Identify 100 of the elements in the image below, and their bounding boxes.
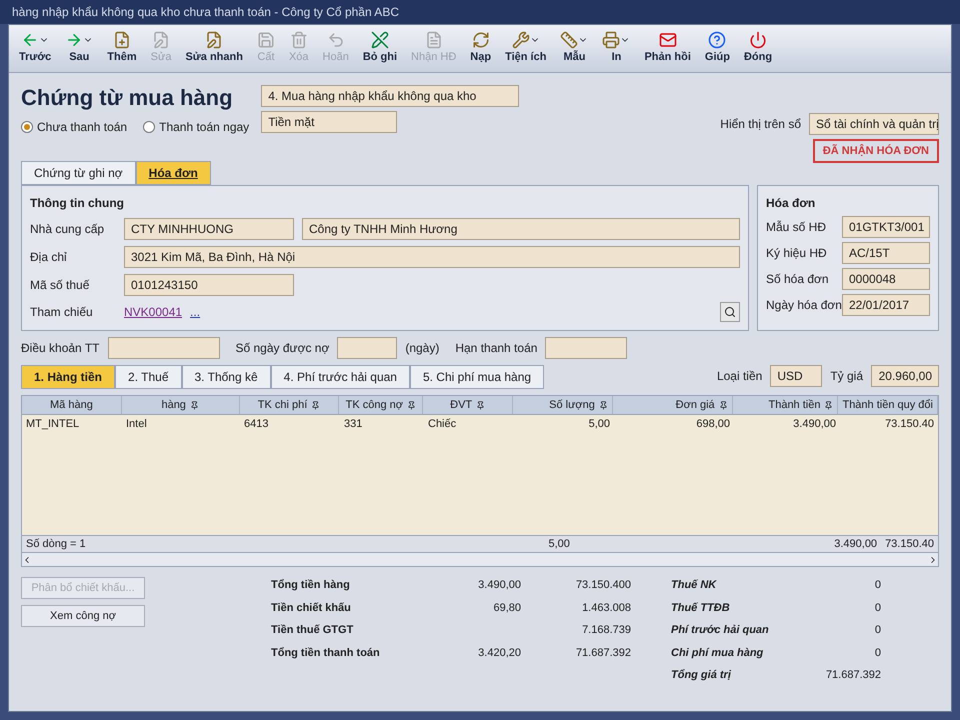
- total-label: Tổng tiền hàng: [271, 578, 351, 593]
- toolbar-button[interactable]: Giúp: [698, 29, 736, 68]
- cost-label: Tổng giá trị: [671, 668, 732, 683]
- cost-value: 71.687.392: [826, 668, 881, 683]
- column-header[interactable]: Mã hàng: [22, 396, 122, 414]
- field-label: Ngày hóa đơn: [766, 297, 842, 314]
- toolbar-icon: [205, 31, 224, 49]
- tax-code-field[interactable]: 0101243150: [124, 274, 294, 296]
- toolbar-icon: [152, 31, 170, 49]
- toolbar-icon: [602, 31, 620, 49]
- pin-icon: [598, 400, 608, 410]
- field-label: Mẫu số HĐ: [766, 219, 826, 236]
- toolbar-icon: [708, 31, 726, 49]
- table-cell-text: MT_INTEL: [25, 417, 80, 432]
- toolbar-button[interactable]: Trước: [13, 29, 58, 68]
- field-label: Điều khoản TT: [21, 340, 100, 357]
- column-header[interactable]: Thành tiền quy đổi: [838, 396, 938, 414]
- total-label: Tổng tiền thanh toán: [271, 646, 381, 660]
- table-cell-text: 73.150.40: [884, 417, 935, 432]
- tab[interactable]: Hóa đơn: [136, 161, 211, 185]
- voucher-type-field[interactable]: 4. Mua hàng nhập khẩu không qua kho: [261, 84, 520, 106]
- toolbar-icon: [749, 31, 768, 49]
- radio-option[interactable]: Thanh toán ngay: [143, 118, 250, 136]
- cost-label: Chi phí mua hàng: [671, 646, 764, 660]
- footer-total: 73.150.40: [884, 536, 935, 552]
- toolbar-icon: [424, 31, 443, 49]
- tab[interactable]: 3. Thống kê: [182, 365, 271, 389]
- due-date-field[interactable]: [545, 337, 628, 359]
- column-header[interactable]: Thành tiền: [732, 396, 838, 414]
- tab[interactable]: 2. Thuế: [115, 365, 182, 389]
- toolbar-button[interactable]: Sau: [59, 29, 100, 68]
- form-heading: Chứng từ mua hàng: [21, 84, 234, 112]
- toolbar-icon: [256, 31, 275, 49]
- tab[interactable]: Chứng từ ghi nợ: [21, 161, 136, 185]
- horizontal-scrollbar[interactable]: [22, 552, 938, 566]
- column-header[interactable]: TK công nợ: [339, 396, 424, 414]
- cost-value: 0: [874, 623, 881, 638]
- supplier-code-field[interactable]: CTY MINHHUONG: [124, 218, 294, 240]
- column-header[interactable]: Đơn giá: [612, 396, 733, 414]
- field-label: Nhà cung cấp: [30, 221, 106, 238]
- table-cell-text: Intel: [125, 417, 148, 432]
- toolbar-icon: [326, 31, 345, 49]
- total-amount: 3.420,20: [478, 646, 521, 660]
- invoice-field[interactable]: AC/15T: [842, 242, 930, 264]
- tab[interactable]: 1. Hàng tiền: [21, 365, 116, 389]
- toolbar-button[interactable]: In: [596, 29, 636, 68]
- field-label: Hạn thanh toán: [455, 340, 538, 357]
- tab[interactable]: 4. Phí trước hải quan: [270, 365, 410, 389]
- cost-label: Thuế NK: [671, 578, 718, 593]
- pin-icon: [718, 400, 728, 410]
- supplier-name-field[interactable]: Công ty TNHH Minh Hương: [302, 218, 740, 240]
- toolbar-button[interactable]: Sửa nhanh: [179, 29, 249, 68]
- table-cell-text: 3.490,00: [792, 417, 837, 432]
- toolbar-icon: [512, 31, 530, 49]
- group-title: Hóa đơn: [766, 195, 816, 212]
- pin-icon: [824, 400, 834, 410]
- payment-method-field[interactable]: Tiền mặt: [261, 110, 398, 132]
- total-converted: 7.168.739: [581, 623, 631, 638]
- currency-field[interactable]: USD: [770, 365, 822, 387]
- reference-link[interactable]: NVK00041: [124, 303, 182, 321]
- pin-icon: [311, 400, 320, 410]
- toolbar-button[interactable]: Thêm: [101, 29, 143, 68]
- column-header[interactable]: ĐVT: [423, 396, 514, 414]
- toolbar-button[interactable]: Tiện ích: [499, 29, 552, 68]
- total-label: Tiền thuế GTGT: [271, 623, 354, 638]
- toolbar-button[interactable]: Mẫu: [554, 29, 594, 68]
- column-header[interactable]: Số lượng: [513, 396, 613, 414]
- address-field[interactable]: 3021 Kim Mã, Ba Đình, Hà Nội: [124, 246, 740, 268]
- invoice-field[interactable]: 22/01/2017: [842, 294, 930, 316]
- tab[interactable]: 5. Chi phí mua hàng: [410, 365, 544, 389]
- invoice-field[interactable]: 01GTKT3/001: [842, 216, 930, 238]
- field-label: Số hóa đơn: [766, 271, 829, 288]
- cost-label: Phí trước hải quan: [671, 623, 770, 638]
- toolbar-button[interactable]: Nạp: [464, 29, 498, 68]
- cost-value: 0: [874, 578, 881, 593]
- toolbar-button[interactable]: Đóng: [738, 29, 778, 68]
- pin-icon: [476, 400, 486, 410]
- total-converted: 1.463.008: [581, 600, 631, 616]
- exchange-rate-field[interactable]: 20.960,00: [871, 365, 939, 387]
- toolbar-button[interactable]: Bỏ ghi: [356, 29, 404, 68]
- more-link[interactable]: ...: [190, 303, 200, 321]
- search-button[interactable]: [720, 302, 740, 322]
- window-title: hàng nhập khẩu không qua kho chưa thanh toán - Công ty Cổ phần ABC: [0, 0, 960, 24]
- field-label: Hiển thị trên sổ: [720, 116, 801, 132]
- field-label: Mã số thuế: [30, 277, 90, 294]
- action-button[interactable]: Xem công nợ: [21, 605, 145, 627]
- payment-terms-field[interactable]: [108, 337, 220, 359]
- credit-days-field[interactable]: [337, 337, 398, 359]
- pin-icon: [190, 400, 199, 410]
- invoice-field[interactable]: 0000048: [842, 268, 930, 290]
- toolbar-icon: [472, 31, 490, 49]
- column-header[interactable]: hàng: [122, 396, 240, 414]
- cost-value: 0: [874, 646, 881, 660]
- ledger-field[interactable]: Sổ tài chính và quản trị: [809, 112, 939, 134]
- radio-option[interactable]: Chưa thanh toán: [21, 118, 128, 136]
- toolbar-button[interactable]: Phản hồi: [638, 29, 697, 68]
- field-label: Tham chiếu: [30, 304, 94, 321]
- column-header[interactable]: TK chi phí: [240, 396, 340, 414]
- toolbar-icon: [290, 31, 308, 49]
- table-cell-text: 698,00: [695, 417, 731, 432]
